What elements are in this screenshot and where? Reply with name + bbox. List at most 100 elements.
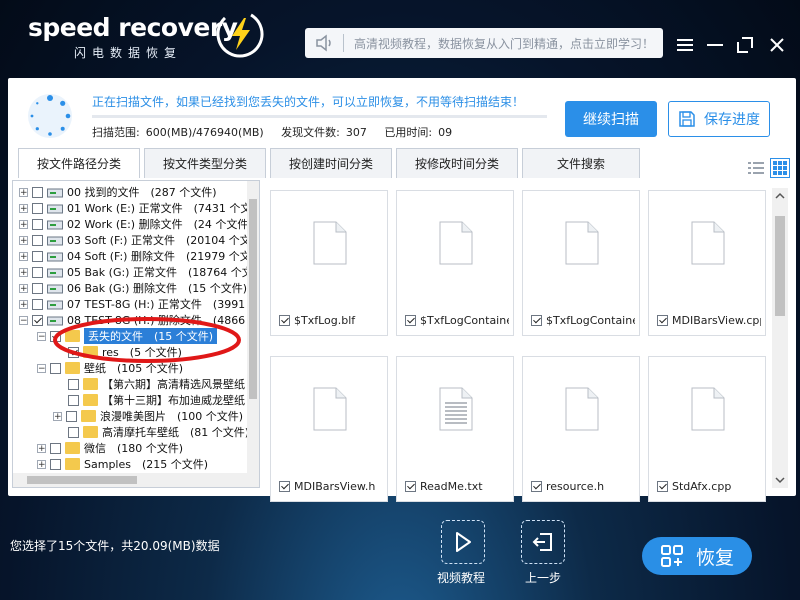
tree-item[interactable]: +07 TEST-8G (H:) 正常文件 (3991 个文件) bbox=[19, 296, 249, 312]
tree-scroll-thumb[interactable] bbox=[249, 199, 257, 399]
folder-tree[interactable]: +00 找到的文件 (287 个文件) +01 Work (E:) 正常文件 (… bbox=[12, 180, 260, 488]
tab-by-type[interactable]: 按文件类型分类 bbox=[144, 148, 266, 178]
tree-checkbox[interactable] bbox=[50, 330, 61, 342]
file-card[interactable]: ReadMe.txt bbox=[396, 356, 514, 502]
promo-bar[interactable]: 高清视频教程，数据恢复从入门到精通，点击立即学习！ bbox=[305, 28, 663, 58]
file-checkbox[interactable] bbox=[531, 315, 542, 326]
tree-item[interactable]: +04 Soft (F:) 删除文件 (21979 个文件) bbox=[19, 248, 249, 264]
expand-toggle[interactable]: − bbox=[37, 363, 46, 373]
expand-toggle[interactable]: + bbox=[53, 411, 62, 421]
tree-checkbox[interactable] bbox=[32, 282, 43, 294]
file-card[interactable]: $TxfLogContainer... bbox=[396, 190, 514, 336]
file-checkbox[interactable] bbox=[279, 315, 290, 326]
tree-item[interactable]: 【第十三期】布加迪威龙壁纸 bbox=[68, 392, 245, 408]
expand-toggle[interactable]: + bbox=[19, 187, 28, 197]
tree-checkbox[interactable] bbox=[50, 362, 61, 374]
minimize-button[interactable] bbox=[704, 34, 726, 56]
tree-item[interactable]: − 壁纸 (105 个文件) bbox=[37, 360, 183, 376]
expand-toggle[interactable]: + bbox=[19, 283, 28, 293]
file-card-caption: MDIBarsView.h bbox=[279, 480, 383, 493]
file-checkbox[interactable] bbox=[279, 481, 290, 492]
tree-item[interactable]: + 微信 (180 个文件) bbox=[37, 440, 183, 456]
file-checkbox[interactable] bbox=[657, 481, 668, 492]
tab-file-search[interactable]: 文件搜索 bbox=[522, 148, 640, 178]
tree-checkbox[interactable] bbox=[32, 314, 43, 326]
tree-item[interactable]: +02 Work (E:) 删除文件 (24 个文件) bbox=[19, 216, 249, 232]
tree-checkbox[interactable] bbox=[32, 250, 43, 262]
blank-doc-icon bbox=[565, 221, 599, 265]
file-grid-scrollbar[interactable] bbox=[772, 188, 788, 488]
scroll-down-arrow-icon[interactable] bbox=[772, 474, 788, 486]
save-progress-button[interactable]: 保存进度 bbox=[668, 101, 770, 137]
expand-toggle[interactable]: + bbox=[19, 235, 28, 245]
tree-item[interactable]: +05 Bak (G:) 正常文件 (18764 个文件) bbox=[19, 264, 249, 280]
tree-checkbox[interactable] bbox=[68, 426, 79, 438]
tree-item[interactable]: res (5 个文件) bbox=[68, 344, 182, 360]
back-button[interactable] bbox=[521, 520, 565, 564]
tree-checkbox[interactable] bbox=[50, 442, 61, 454]
continue-scan-button[interactable]: 继续扫描 bbox=[565, 101, 657, 137]
tree-item[interactable]: − 08 TEST-8G (H:) 删除文件 (4866 个文件) bbox=[19, 312, 249, 328]
tree-checkbox[interactable] bbox=[50, 458, 61, 470]
recover-button[interactable]: 恢复 bbox=[642, 537, 752, 575]
tree-item[interactable]: 高清摩托车壁纸 (81 个文件) bbox=[68, 424, 249, 440]
file-card[interactable]: MDIBarsView.cpp bbox=[648, 190, 766, 336]
file-card[interactable]: MDIBarsView.h bbox=[270, 356, 388, 502]
file-card[interactable]: StdAfx.cpp bbox=[648, 356, 766, 502]
back-label[interactable]: 上一步 bbox=[525, 569, 561, 586]
grid-view-button[interactable] bbox=[770, 158, 790, 178]
maximize-button[interactable] bbox=[734, 34, 756, 56]
expand-toggle[interactable]: − bbox=[19, 315, 28, 325]
tree-checkbox[interactable] bbox=[32, 202, 43, 214]
file-checkbox[interactable] bbox=[657, 315, 668, 326]
list-view-button[interactable] bbox=[746, 158, 766, 178]
tree-checkbox[interactable] bbox=[68, 378, 79, 390]
file-card[interactable]: resource.h bbox=[522, 356, 640, 502]
tree-checkbox[interactable] bbox=[32, 234, 43, 246]
back-exit-icon bbox=[532, 533, 552, 551]
tab-by-path[interactable]: 按文件路径分类 bbox=[18, 148, 140, 178]
tree-vertical-scrollbar[interactable] bbox=[247, 181, 259, 473]
tree-checkbox[interactable] bbox=[32, 186, 43, 198]
expand-toggle[interactable]: + bbox=[19, 299, 28, 309]
tree-checkbox[interactable] bbox=[32, 266, 43, 278]
expand-toggle[interactable]: + bbox=[19, 251, 28, 261]
tree-item[interactable]: 【第六期】高清精选风景壁纸 bbox=[68, 376, 245, 392]
file-card[interactable]: $TxfLog.blf bbox=[270, 190, 388, 336]
file-checkbox[interactable] bbox=[531, 481, 542, 492]
file-grid-scroll-thumb[interactable] bbox=[775, 216, 785, 316]
tree-item[interactable]: +03 Soft (F:) 正常文件 (20104 个文件) bbox=[19, 232, 249, 248]
tree-item[interactable]: +00 找到的文件 (287 个文件) bbox=[19, 184, 217, 200]
video-tutorial-label[interactable]: 视频教程 bbox=[437, 569, 485, 586]
floppy-disk-icon bbox=[679, 111, 695, 127]
tree-checkbox[interactable] bbox=[68, 346, 79, 358]
tab-by-modified-time[interactable]: 按修改时间分类 bbox=[396, 148, 518, 178]
tree-item[interactable]: +01 Work (E:) 正常文件 (7431 个文件) bbox=[19, 200, 249, 216]
file-checkbox[interactable] bbox=[405, 315, 416, 326]
tree-checkbox[interactable] bbox=[66, 410, 77, 422]
tree-checkbox[interactable] bbox=[32, 298, 43, 310]
expand-toggle[interactable]: − bbox=[37, 331, 46, 341]
tree-item[interactable]: + Samples (215 个文件) bbox=[37, 456, 208, 472]
tree-checkbox[interactable] bbox=[32, 218, 43, 230]
file-checkbox[interactable] bbox=[405, 481, 416, 492]
expand-toggle[interactable]: + bbox=[37, 443, 46, 453]
video-tutorial-button[interactable] bbox=[441, 520, 485, 564]
tree-item[interactable]: − 丢失的文件 (15 个文件) bbox=[37, 328, 218, 344]
expand-toggle[interactable]: + bbox=[37, 459, 46, 469]
tree-item[interactable]: + 浪漫唯美图片 (100 个文件) bbox=[53, 408, 243, 424]
expand-toggle[interactable]: + bbox=[19, 203, 28, 213]
tree-hscroll-thumb[interactable] bbox=[27, 476, 137, 484]
scroll-up-arrow-icon[interactable] bbox=[772, 190, 788, 202]
tab-by-created-time[interactable]: 按创建时间分类 bbox=[270, 148, 392, 178]
close-button[interactable] bbox=[766, 34, 788, 56]
menu-button[interactable] bbox=[674, 34, 696, 56]
expand-toggle[interactable]: + bbox=[19, 267, 28, 277]
tree-item[interactable]: +06 Bak (G:) 删除文件 (15 个文件) bbox=[19, 280, 247, 296]
tree-horizontal-scrollbar[interactable] bbox=[13, 473, 259, 487]
scan-status-message: 正在扫描文件，如果已经找到您丢失的文件，可以立即恢复，不用等待扫描结束！ bbox=[92, 95, 525, 109]
file-card[interactable]: $TxfLogContainer... bbox=[522, 190, 640, 336]
expand-toggle[interactable]: + bbox=[19, 219, 28, 229]
promo-text[interactable]: 高清视频教程，数据恢复从入门到精通，点击立即学习！ bbox=[354, 35, 654, 52]
tree-checkbox[interactable] bbox=[68, 394, 79, 406]
